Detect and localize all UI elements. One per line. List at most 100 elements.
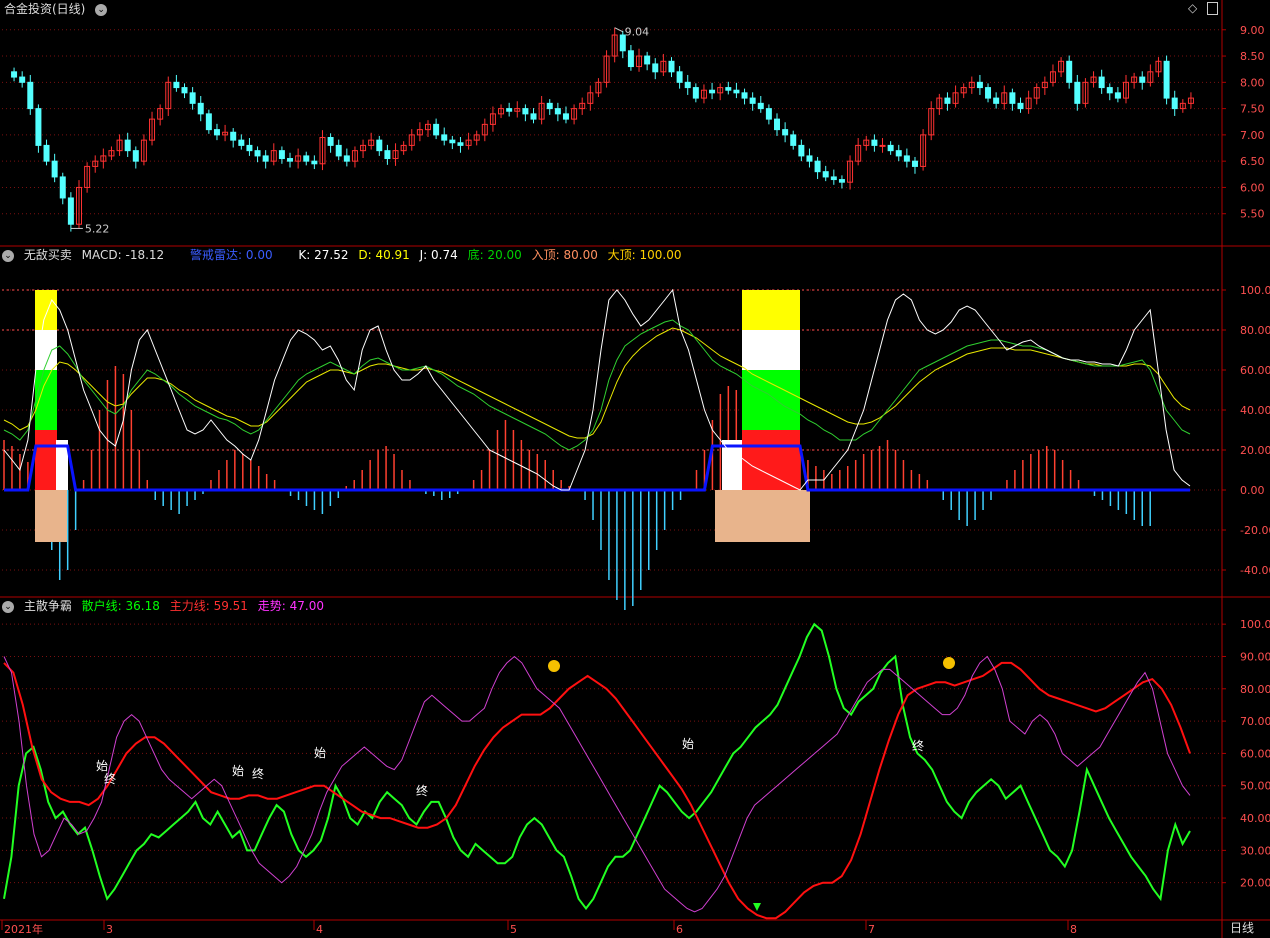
retail-line bbox=[3, 622, 1191, 911]
candle-body bbox=[684, 81, 691, 89]
candle-body bbox=[11, 71, 18, 78]
candle-body bbox=[554, 108, 561, 115]
radar-line bbox=[4, 444, 1190, 492]
candle-body bbox=[124, 139, 131, 152]
start-mark: 始 bbox=[96, 759, 108, 773]
candle-body bbox=[27, 81, 34, 110]
candle-body bbox=[278, 150, 285, 160]
price-tick-label: 8.00 bbox=[1240, 76, 1265, 89]
candle-body bbox=[205, 113, 212, 131]
panel2-collapse-icon[interactable]: ⌄ bbox=[2, 249, 14, 262]
candle-body bbox=[627, 50, 634, 68]
candle-body bbox=[35, 108, 42, 146]
panel2-macd: MACD: -18.12 bbox=[81, 248, 165, 262]
candle-body bbox=[798, 144, 805, 157]
end-mark: 终 bbox=[912, 738, 924, 753]
candle-body bbox=[790, 134, 797, 146]
candle-body bbox=[871, 139, 878, 146]
candle-body bbox=[51, 160, 58, 178]
candle-body bbox=[668, 60, 675, 73]
sad-face-icon bbox=[548, 660, 560, 672]
battle-tick-label: 70.00 bbox=[1240, 715, 1270, 728]
end-mark: 终 bbox=[104, 771, 116, 786]
panel3-main: 主力线: 59.51 bbox=[169, 599, 248, 613]
battle-tick-label: 100.0 bbox=[1240, 618, 1270, 631]
candle-body bbox=[189, 92, 196, 104]
candle-body bbox=[993, 97, 1000, 104]
battle-tick-label: 60.00 bbox=[1240, 747, 1270, 760]
panel2-entry-top: 入顶: 80.00 bbox=[531, 248, 598, 262]
start-mark: 始 bbox=[314, 746, 326, 760]
candle-body bbox=[287, 158, 294, 162]
panel3-trend: 走势: 47.00 bbox=[257, 599, 324, 613]
candle-body bbox=[725, 87, 732, 91]
kdj-tick-label: 0.00 bbox=[1240, 484, 1265, 497]
candle-body bbox=[1074, 81, 1081, 104]
candle-body bbox=[562, 113, 569, 120]
candle-body bbox=[985, 87, 992, 99]
candle-body bbox=[895, 150, 902, 157]
candle-body bbox=[976, 81, 983, 89]
panel2-radar: 警戒雷达: 0.00 bbox=[190, 248, 273, 262]
battle-tick-label: 50.00 bbox=[1240, 780, 1270, 793]
candle-body bbox=[522, 108, 529, 115]
start-mark: 始 bbox=[232, 764, 244, 778]
panel2-d: D: 40.91 bbox=[358, 248, 410, 262]
x-tick-label: 8 bbox=[1070, 923, 1077, 936]
low-label: 5.22 bbox=[85, 222, 110, 235]
candle-body bbox=[311, 160, 318, 165]
battle-tick-label: 40.00 bbox=[1240, 812, 1270, 825]
candle-body bbox=[530, 113, 537, 120]
panel2-k: K: 27.52 bbox=[298, 248, 349, 262]
panel2-header: ⌄ 无敌买卖 MACD: -18.12 警戒雷达: 0.00 K: 27.52 … bbox=[2, 247, 688, 263]
middle-signal-yellow-block bbox=[742, 290, 800, 330]
middle-peach-wide-block bbox=[715, 490, 801, 542]
battle-tick-label: 30.00 bbox=[1240, 844, 1270, 857]
j-line bbox=[3, 288, 1191, 491]
candle-body bbox=[230, 131, 237, 141]
candle-body bbox=[1139, 76, 1146, 83]
candle-body bbox=[433, 123, 440, 136]
candle-body bbox=[911, 160, 918, 167]
left-signal-peach-block bbox=[35, 490, 67, 542]
kdj-tick-label: 60.00 bbox=[1240, 364, 1270, 377]
candle-body bbox=[1114, 92, 1121, 99]
panel2-bottom: 底: 20.00 bbox=[467, 248, 522, 262]
candle-body bbox=[181, 87, 188, 94]
diamond-icon[interactable]: ◇ bbox=[1188, 1, 1197, 15]
candle-body bbox=[676, 71, 683, 83]
panel1-header: 合金投资(日线) ⌄ bbox=[4, 1, 113, 17]
candle-body bbox=[238, 139, 245, 146]
candle-body bbox=[838, 179, 845, 183]
candle-body bbox=[303, 155, 310, 162]
panel3-retail: 散户线: 36.18 bbox=[81, 599, 160, 613]
candle-body bbox=[327, 137, 334, 146]
sad-face-icon bbox=[943, 657, 955, 669]
panel3-name: 主散争霸 bbox=[23, 599, 72, 613]
candle-body bbox=[879, 144, 886, 147]
candle-body bbox=[43, 144, 50, 162]
x-tick-label: 4 bbox=[316, 923, 323, 936]
kdj-tick-label: 40.00 bbox=[1240, 404, 1270, 417]
candle-body bbox=[887, 144, 894, 152]
window-icon[interactable] bbox=[1207, 2, 1219, 15]
candle-body bbox=[376, 139, 383, 152]
candle-body bbox=[254, 150, 261, 157]
candle-body bbox=[903, 155, 910, 162]
candle-body bbox=[173, 81, 180, 89]
candle-body bbox=[822, 171, 829, 178]
price-tick-label: 5.50 bbox=[1240, 208, 1265, 221]
period-label[interactable]: 日线 bbox=[1230, 920, 1254, 936]
x-tick-label: 2021年 bbox=[4, 922, 43, 936]
candle-body bbox=[67, 197, 74, 225]
price-tick-label: 6.50 bbox=[1240, 155, 1265, 168]
end-mark: 终 bbox=[416, 783, 428, 798]
panel1-collapse-icon[interactable]: ⌄ bbox=[95, 3, 108, 16]
panel3-collapse-icon[interactable]: ⌄ bbox=[2, 600, 14, 613]
x-tick-label: 6 bbox=[676, 923, 683, 936]
candle-body bbox=[262, 155, 269, 162]
kdj-tick-label: 100.0 bbox=[1240, 284, 1270, 297]
battle-tick-label: 80.00 bbox=[1240, 683, 1270, 696]
start-mark: 始 bbox=[682, 737, 694, 751]
candle-body bbox=[213, 129, 220, 136]
